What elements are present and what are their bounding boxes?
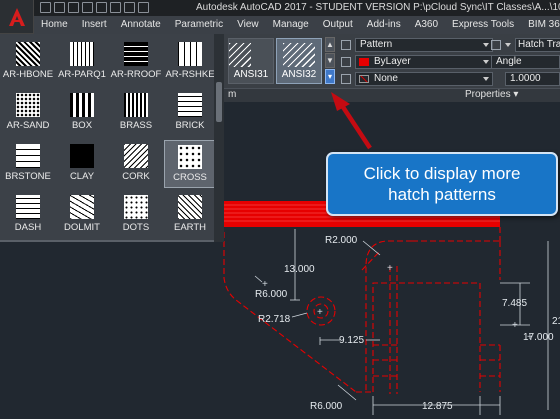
dim-r6000-a: R6.000 bbox=[255, 289, 288, 300]
callout-line-1: Click to display more bbox=[363, 164, 521, 183]
dimension-lines bbox=[254, 229, 549, 415]
hatch-pattern-label: BRASS bbox=[119, 120, 153, 131]
svg-text:+: + bbox=[387, 263, 393, 274]
dim-r6000-b: R6.000 bbox=[310, 401, 343, 412]
hatch-pattern-cross[interactable]: CROSS bbox=[164, 140, 216, 188]
dim-13000: 13.000 bbox=[284, 264, 315, 275]
hatch-pattern-label: CLAY bbox=[69, 171, 95, 182]
hatch-pattern-label: DOLMIT bbox=[64, 222, 100, 233]
earth-pattern-icon bbox=[178, 195, 202, 219]
brass-pattern-icon bbox=[124, 93, 148, 117]
hatch-pattern-ar-rshke[interactable]: AR-RSHKE bbox=[164, 38, 216, 86]
hatch-pattern-earth[interactable]: EARTH bbox=[164, 191, 216, 239]
box-pattern-icon bbox=[70, 93, 94, 117]
hatch-pattern-label: DASH bbox=[14, 222, 42, 233]
roof-pattern-icon bbox=[124, 42, 148, 66]
hatch-pattern-brick[interactable]: BRICK bbox=[164, 89, 216, 137]
hatch-pattern-label: CORK bbox=[122, 171, 150, 182]
hatch-pattern-label: EARTH bbox=[173, 222, 207, 233]
dim-21: 21 bbox=[552, 316, 560, 327]
hatch-pattern-label: AR-RSHKE bbox=[165, 69, 215, 80]
hatch-pattern-dots[interactable]: DOTS bbox=[110, 191, 162, 239]
parquet-pattern-icon bbox=[70, 42, 94, 66]
clay-pattern-icon bbox=[70, 144, 94, 168]
hatch-pattern-label: CROSS bbox=[173, 172, 207, 183]
herringbone-pattern-icon bbox=[16, 42, 40, 66]
hatch-pattern-label: AR-PARQ1 bbox=[58, 69, 106, 80]
cork-pattern-icon bbox=[124, 144, 148, 168]
dim-17000: 17.000 bbox=[523, 332, 554, 343]
dolmit-pattern-icon bbox=[70, 195, 94, 219]
dots-pattern-icon bbox=[124, 195, 148, 219]
brick-pattern-icon bbox=[178, 93, 202, 117]
callout-line-2: hatch patterns bbox=[388, 185, 496, 204]
dim-r2718: R2.718 bbox=[258, 314, 291, 325]
autocad-window: Autodesk AutoCAD 2017 - STUDENT VERSION … bbox=[0, 0, 560, 419]
hatch-pattern-box[interactable]: BOX bbox=[56, 89, 108, 137]
hatch-pattern-ar-rroof[interactable]: AR-RROOF bbox=[110, 38, 162, 86]
dash-pattern-icon bbox=[16, 195, 40, 219]
hatch-pattern-flyout: AR-HBONE AR-PARQ1 AR-RROOF AR-RSHKE AR-SAND B… bbox=[0, 34, 224, 242]
dim-9125: 9.125 bbox=[339, 335, 364, 346]
hatch-pattern-dash[interactable]: DASH bbox=[2, 191, 54, 239]
shake-pattern-icon bbox=[178, 42, 202, 66]
hatch-pattern-label: DOTS bbox=[122, 222, 150, 233]
hatch-pattern-dolmit[interactable]: DOLMIT bbox=[56, 191, 108, 239]
scrollbar-thumb[interactable] bbox=[216, 82, 222, 122]
hatch-pattern-label: AR-HBONE bbox=[2, 69, 54, 80]
instruction-callout: Click to display more hatch patterns bbox=[326, 152, 558, 216]
cross-pattern-icon bbox=[178, 145, 202, 169]
hatch-pattern-label: AR-SAND bbox=[6, 120, 50, 131]
dim-r2000: R2.000 bbox=[325, 235, 358, 246]
hatch-pattern-brstone[interactable]: BRSTONE bbox=[2, 140, 54, 188]
hatch-pattern-ar-sand[interactable]: AR-SAND bbox=[2, 89, 54, 137]
sand-pattern-icon bbox=[16, 93, 40, 117]
hatch-pattern-clay[interactable]: CLAY bbox=[56, 140, 108, 188]
hatch-pattern-brass[interactable]: BRASS bbox=[110, 89, 162, 137]
hatch-pattern-ar-hbone[interactable]: AR-HBONE bbox=[2, 38, 54, 86]
dim-7485: 7.485 bbox=[502, 298, 527, 309]
hatch-pattern-label: BRICK bbox=[175, 120, 205, 131]
dim-12875: 12.875 bbox=[422, 401, 453, 412]
brstone-pattern-icon bbox=[16, 144, 40, 168]
hatch-pattern-ar-parq1[interactable]: AR-PARQ1 bbox=[56, 38, 108, 86]
hatch-pattern-label: BOX bbox=[71, 120, 93, 131]
svg-text:+: + bbox=[317, 307, 323, 318]
annotation-arrow bbox=[331, 92, 372, 150]
part-outline[interactable] bbox=[223, 227, 501, 394]
hatch-pattern-label: BRSTONE bbox=[5, 171, 51, 182]
hatch-pattern-cork[interactable]: CORK bbox=[110, 140, 162, 188]
flyout-scrollbar[interactable] bbox=[214, 34, 224, 242]
hatch-pattern-label: AR-RROOF bbox=[110, 69, 162, 80]
svg-text:+: + bbox=[512, 320, 518, 331]
